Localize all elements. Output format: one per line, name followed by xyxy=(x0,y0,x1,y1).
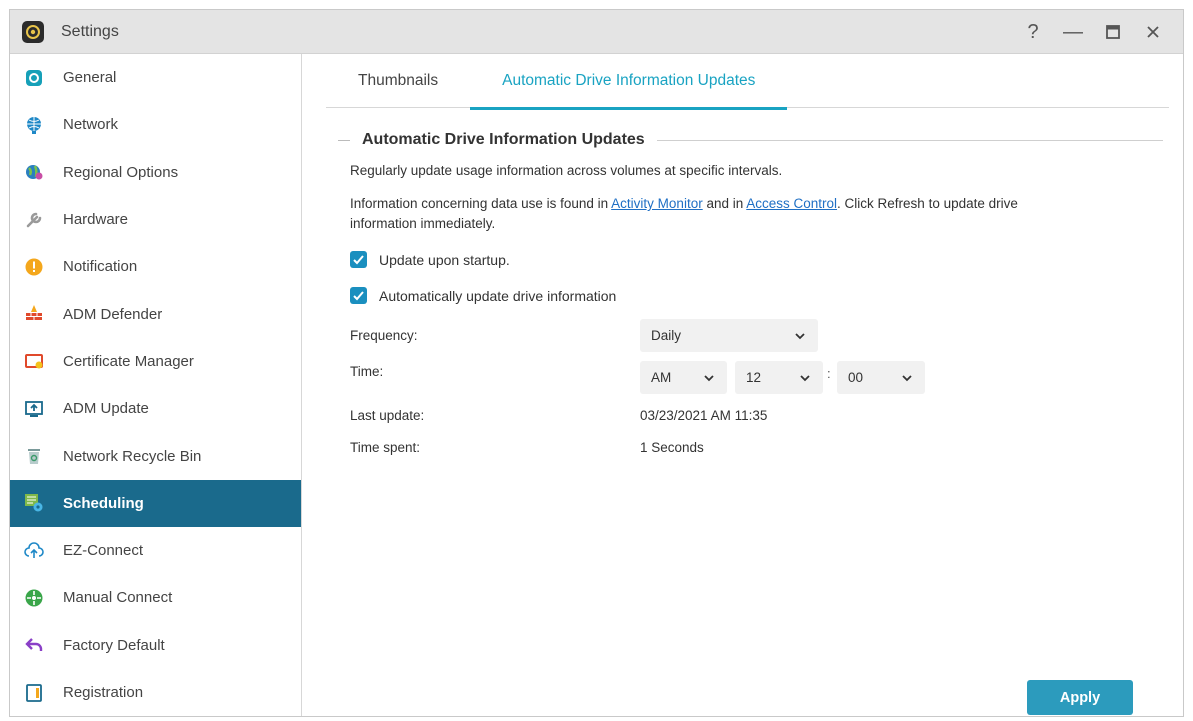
sidebar-item-adm-update[interactable]: ADM Update xyxy=(10,385,301,432)
frequency-label: Frequency: xyxy=(350,328,418,343)
sidebar-item-label: General xyxy=(63,69,117,87)
update-on-startup-label: Update upon startup. xyxy=(379,251,510,268)
access-control-link[interactable]: Access Control xyxy=(746,196,837,211)
sidebar-item-adm-defender[interactable]: ADM Defender xyxy=(10,290,301,337)
auto-update-label: Automatically update drive information xyxy=(379,287,617,304)
checkmark-icon xyxy=(353,255,364,265)
sidebar-item-network[interactable]: Network xyxy=(10,101,301,148)
window-title: Settings xyxy=(61,22,119,40)
last-update-value: 03/23/2021 AM 11:35 xyxy=(640,408,768,423)
sidebar-item-manual-connect[interactable]: Manual Connect xyxy=(10,574,301,621)
sidebar-item-label: Certificate Manager xyxy=(63,352,194,370)
frequency-value: Daily xyxy=(651,328,682,343)
sidebar-item-label: Scheduling xyxy=(63,494,144,512)
certificate-icon xyxy=(23,350,45,372)
help-button[interactable]: ? xyxy=(1015,17,1051,47)
time-minute-value: 00 xyxy=(848,370,864,385)
sidebar-item-label: ADM Defender xyxy=(63,305,163,323)
manual-connect-icon xyxy=(23,587,45,609)
section-rule xyxy=(656,139,1163,141)
scheduling-gear-icon xyxy=(23,492,45,514)
firewall-icon xyxy=(23,303,45,325)
factory-reset-arrow-icon xyxy=(23,634,45,656)
sidebar-item-label: ADM Update xyxy=(63,400,149,418)
sidebar-item-general[interactable]: General xyxy=(10,54,301,101)
time-hour-select[interactable]: 12 xyxy=(735,361,823,394)
sidebar-item-registration[interactable]: Registration xyxy=(10,669,301,716)
sidebar-item-label: Registration xyxy=(63,684,144,701)
section-title: Automatic Drive Information Updates xyxy=(362,131,645,148)
sidebar-item-label: Regional Options xyxy=(63,163,179,181)
settings-window: Settings ? — General Network Regional Op… xyxy=(9,9,1184,717)
time-separator: : xyxy=(827,366,831,381)
sidebar: General Network Regional Options Hardwar… xyxy=(10,54,302,716)
info-middle: and in xyxy=(702,196,747,211)
close-icon xyxy=(1147,26,1159,38)
hardware-wrench-icon xyxy=(23,209,45,231)
frequency-select[interactable]: Daily xyxy=(640,319,818,352)
time-spent-value: 1 Seconds xyxy=(640,440,704,455)
sidebar-item-network-recycle-bin[interactable]: Network Recycle Bin xyxy=(10,432,301,479)
update-monitor-icon xyxy=(23,398,45,420)
auto-update-checkbox[interactable] xyxy=(350,287,367,304)
sidebar-item-label: EZ-Connect xyxy=(63,542,144,560)
settings-app-icon xyxy=(22,20,44,43)
sidebar-item-label: Notification xyxy=(63,258,138,276)
time-label: Time: xyxy=(350,364,384,379)
sidebar-item-label: Hardware xyxy=(63,211,129,229)
window-controls: ? — xyxy=(1015,10,1171,54)
maximize-button[interactable] xyxy=(1095,17,1131,47)
time-minute-select[interactable]: 00 xyxy=(837,361,925,394)
last-update-label: Last update: xyxy=(350,408,425,423)
general-icon xyxy=(23,67,45,89)
tab-automatic-drive-information-updates[interactable]: Automatic Drive Information Updates xyxy=(470,54,788,110)
section-info: Information concerning data use is found… xyxy=(350,194,1150,234)
globe-icon xyxy=(23,114,45,136)
section-header: Automatic Drive Information Updates xyxy=(338,130,1163,150)
sidebar-item-label: Manual Connect xyxy=(63,589,173,607)
sidebar-item-scheduling[interactable]: Scheduling xyxy=(10,479,301,527)
chevron-down-icon xyxy=(800,375,810,382)
update-on-startup-row: Update upon startup. xyxy=(350,251,510,268)
sidebar-item-label: Factory Default xyxy=(63,636,165,654)
sidebar-item-certificate-manager[interactable]: Certificate Manager xyxy=(10,338,301,385)
minimize-button[interactable]: — xyxy=(1055,17,1091,47)
sidebar-item-regional-options[interactable]: Regional Options xyxy=(10,149,301,196)
section-description: Regularly update usage information acros… xyxy=(350,163,783,178)
auto-update-row: Automatically update drive information xyxy=(350,287,616,304)
info-suffix: . Click Refresh to update drive xyxy=(837,196,1018,211)
sidebar-item-notification[interactable]: Notification xyxy=(10,243,301,290)
regional-globe-icon xyxy=(23,161,45,183)
main-content: Thumbnails Automatic Drive Information U… xyxy=(302,54,1183,716)
apply-button[interactable]: Apply xyxy=(1027,680,1133,715)
time-ampm-select[interactable]: AM xyxy=(640,361,727,394)
activity-monitor-link[interactable]: Activity Monitor xyxy=(611,196,703,211)
sidebar-item-ez-connect[interactable]: EZ-Connect xyxy=(10,527,301,574)
sidebar-item-factory-default[interactable]: Factory Default xyxy=(10,622,301,669)
tab-thumbnails[interactable]: Thumbnails xyxy=(326,54,470,108)
sidebar-item-label: Network xyxy=(63,116,119,134)
chevron-down-icon xyxy=(902,375,912,382)
close-button[interactable] xyxy=(1135,17,1171,47)
title-bar: Settings ? — xyxy=(10,10,1183,54)
info-line2: information immediately. xyxy=(350,216,496,231)
time-spent-label: Time spent: xyxy=(350,440,421,455)
time-ampm-value: AM xyxy=(651,370,672,385)
update-on-startup-checkbox[interactable] xyxy=(350,251,367,268)
sidebar-item-hardware[interactable]: Hardware xyxy=(10,196,301,243)
cloud-upload-icon xyxy=(23,540,45,562)
section-dash xyxy=(338,139,350,141)
maximize-icon xyxy=(1106,25,1120,39)
tab-bar: Thumbnails Automatic Drive Information U… xyxy=(326,54,1169,110)
chevron-down-icon xyxy=(704,375,714,382)
notification-alert-icon xyxy=(23,256,45,278)
chevron-down-icon xyxy=(795,333,805,340)
time-hour-value: 12 xyxy=(746,370,762,385)
info-prefix: Information concerning data use is found… xyxy=(350,196,612,211)
recycle-bin-icon xyxy=(23,445,45,467)
sidebar-item-label: Network Recycle Bin xyxy=(63,447,202,465)
checkmark-icon xyxy=(353,291,364,301)
registration-icon xyxy=(23,682,45,704)
